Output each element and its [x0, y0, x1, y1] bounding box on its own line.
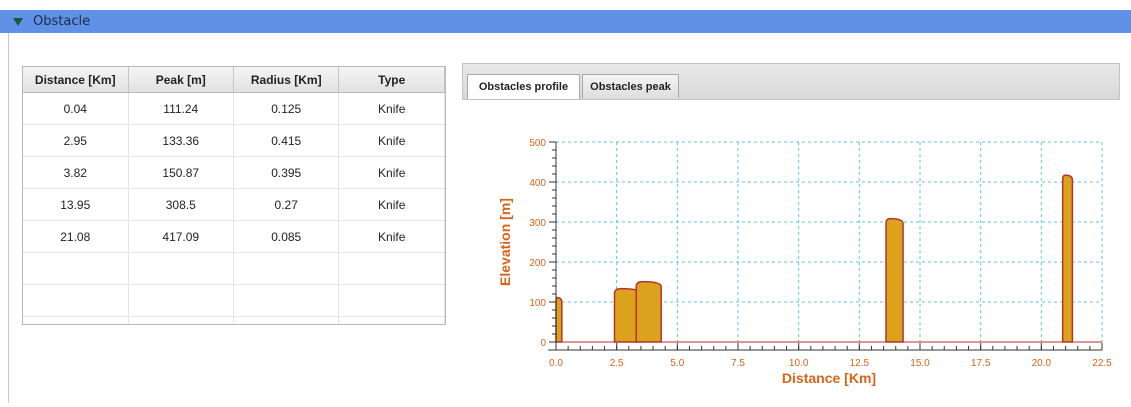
radius-cell: 0.395: [233, 156, 340, 189]
panel-title: Obstacle: [33, 14, 91, 29]
obstacle-area: [1061, 174, 1074, 343]
empty-table-row: [23, 284, 445, 317]
x-tick-label: 5.0: [670, 358, 684, 369]
radius-cell: 0.085: [233, 220, 340, 253]
peak-cell: 308.5: [128, 188, 234, 221]
type-cell: Knife: [338, 92, 445, 125]
x-tick-label: 7.5: [731, 358, 745, 369]
obstacle-panel-header[interactable]: Obstacle: [0, 10, 1131, 33]
x-tick-label: 22.5: [1092, 358, 1112, 369]
distance-cell: 21.08: [23, 220, 129, 253]
table-row[interactable]: 2.95 133.36 0.415 Knife: [23, 124, 445, 157]
type-cell: Knife: [338, 188, 445, 221]
y-tick-label: 200: [529, 258, 546, 269]
radius-cell: 0.125: [233, 92, 340, 125]
peak-cell: 417.09: [128, 220, 234, 253]
distance-cell: 0.04: [23, 92, 129, 125]
y-tick-label: 300: [529, 218, 546, 229]
radius-cell: 0.415: [233, 124, 340, 157]
x-tick-label: 17.5: [971, 358, 991, 369]
chart-svg: 0 100 200 300 400 500 0.0 2.5 5.0 7.5 10.0 12.5 15.0…: [497, 138, 1112, 386]
table-row[interactable]: 13.95 308.5 0.27 Knife: [23, 188, 445, 221]
obstacle-area: [885, 217, 904, 343]
chart-tab-bar: Obstacles profile Obstacles peak: [462, 63, 1120, 100]
x-tick-label: 12.5: [850, 358, 870, 369]
peak-cell: 150.87: [128, 156, 234, 189]
type-cell: Knife: [338, 156, 445, 189]
x-tick-label: 10.0: [789, 358, 809, 369]
y-axis-title: Elevation [m]: [497, 198, 513, 286]
type-cell: Knife: [338, 124, 445, 157]
panel-left-border: [8, 33, 9, 403]
column-header-radius[interactable]: Radius [Km]: [233, 67, 340, 93]
column-header-type[interactable]: Type: [338, 67, 445, 93]
table-header-row: Distance [Km] Peak [m] Radius [Km] Type: [23, 67, 445, 93]
peak-cell: 133.36: [128, 124, 234, 157]
x-tick-label: 0.0: [549, 358, 563, 369]
peak-cell: 111.24: [128, 92, 234, 125]
tab-obstacles-peak[interactable]: Obstacles peak: [582, 74, 679, 98]
table-row[interactable]: 3.82 150.87 0.395 Knife: [23, 156, 445, 189]
x-axis-title: Distance [Km]: [782, 370, 876, 386]
x-tick-label: 2.5: [610, 358, 624, 369]
distance-cell: 3.82: [23, 156, 129, 189]
collapse-triangle-icon[interactable]: [13, 17, 23, 26]
empty-table-row: [23, 316, 445, 324]
obstacles-profile-chart: 0 100 200 300 400 500 0.0 2.5 5.0 7.5 10.0 12.5 15.0…: [480, 128, 1120, 403]
radius-cell: 0.27: [233, 188, 340, 221]
y-tick-label: 0: [540, 338, 546, 349]
obstacle-area: [555, 296, 563, 343]
y-tick-label: 500: [529, 138, 546, 149]
y-tick-label: 400: [529, 178, 546, 189]
column-header-peak[interactable]: Peak [m]: [128, 67, 234, 93]
type-cell: Knife: [338, 220, 445, 253]
obstacle-area: [635, 280, 662, 343]
obstacles-table: Distance [Km] Peak [m] Radius [Km] Type …: [22, 66, 446, 325]
column-header-distance[interactable]: Distance [Km]: [23, 67, 129, 93]
x-tick-label: 15.0: [910, 358, 930, 369]
empty-table-row: [23, 252, 445, 285]
x-tick-label: 20.0: [1032, 358, 1052, 369]
table-row[interactable]: 21.08 417.09 0.085 Knife: [23, 220, 445, 253]
tab-obstacles-profile[interactable]: Obstacles profile: [467, 74, 580, 99]
table-row[interactable]: 0.04 111.24 0.125 Knife: [23, 92, 445, 125]
distance-cell: 2.95: [23, 124, 129, 157]
y-tick-label: 100: [529, 298, 546, 309]
distance-cell: 13.95: [23, 188, 129, 221]
